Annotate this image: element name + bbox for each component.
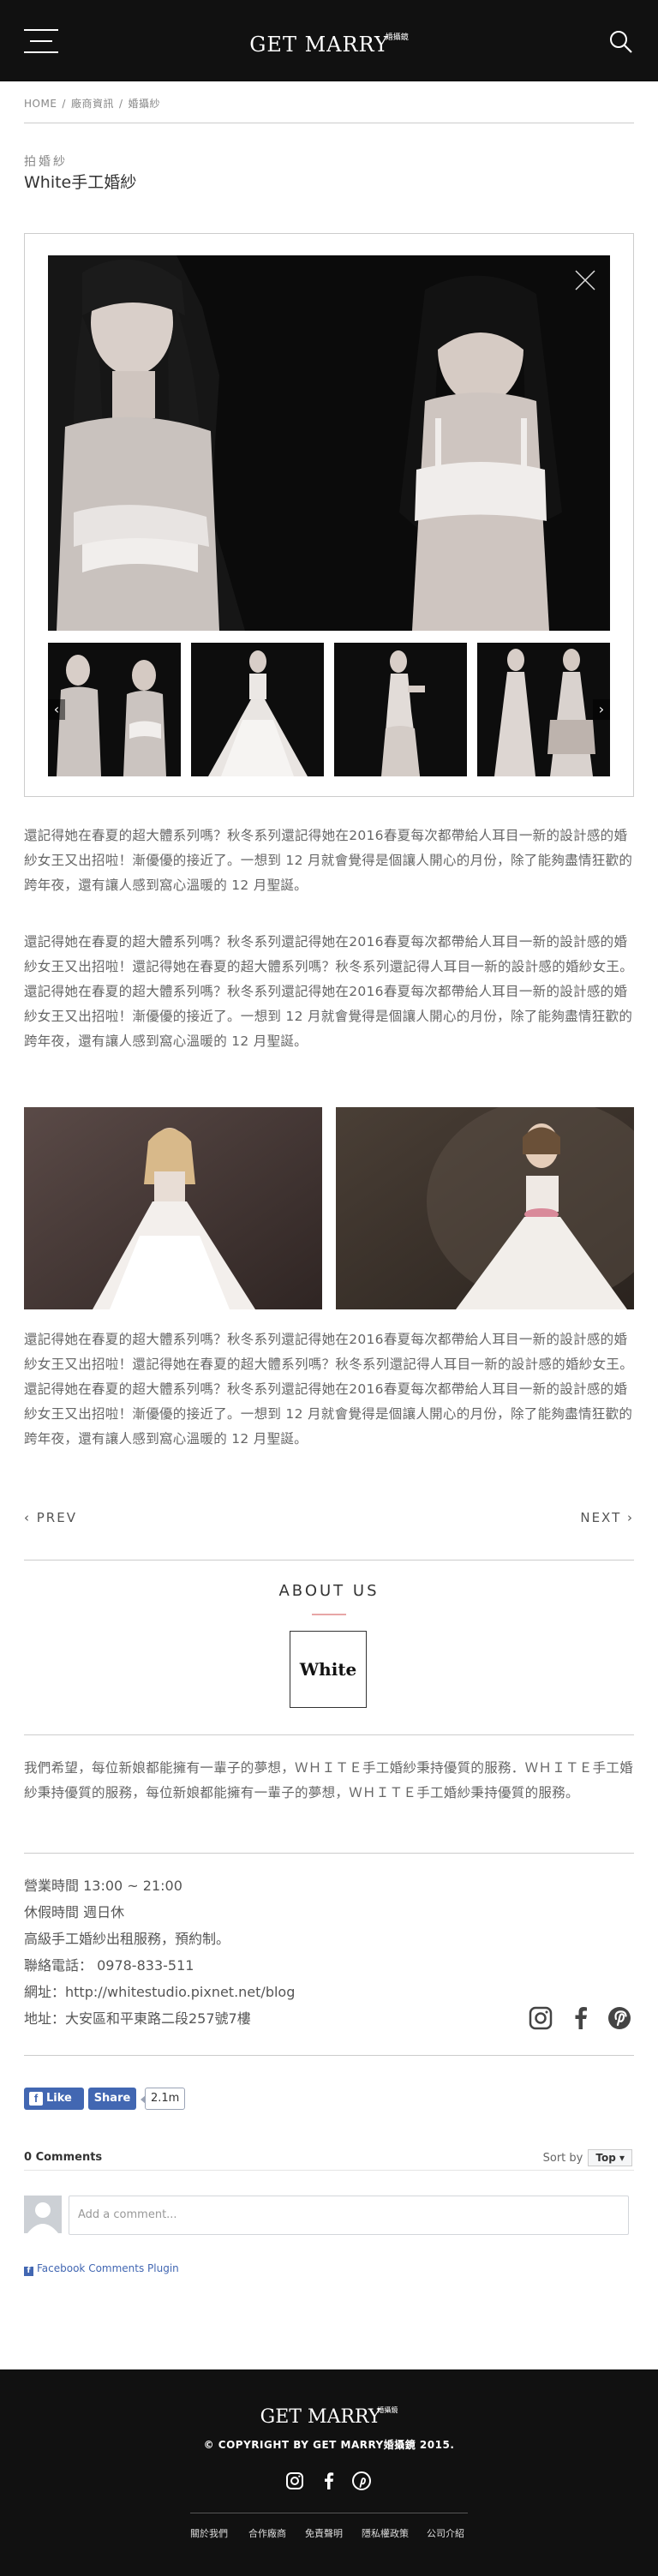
- instagram-icon[interactable]: [528, 2005, 553, 2031]
- footer-facebook-icon[interactable]: [319, 2471, 339, 2491]
- website-link[interactable]: 網址：http://whitestudio.pixnet.net/blog: [24, 1979, 295, 2005]
- like-count-badge: 2.1m: [140, 2088, 186, 2110]
- page-title: White手工婚紗: [24, 173, 137, 192]
- contact-phone[interactable]: 聯絡電話： 0978-833-511: [24, 1952, 295, 1979]
- footer-instagram-icon[interactable]: [284, 2471, 305, 2491]
- accent-line: [312, 1614, 346, 1615]
- thumbnail-1[interactable]: [48, 643, 181, 776]
- article-paragraph-1: 還記得她在春夏的超大體系列嗎？秋冬系列還記得她在2016春夏每次都帶給人耳目一新…: [24, 828, 633, 893]
- main-gallery-photo: [48, 255, 610, 631]
- gallery-prev-arrow[interactable]: ‹: [48, 699, 65, 720]
- article-category: 拍婚紗: [24, 155, 68, 169]
- footer-pinterest-icon[interactable]: [351, 2471, 372, 2491]
- sort-select[interactable]: Top ▾: [588, 2149, 632, 2166]
- gallery-next-arrow[interactable]: ›: [593, 699, 610, 720]
- site-logo[interactable]: GET MARRY婚攝鏡: [0, 31, 658, 57]
- thumbnail-strip: ‹ ›: [48, 643, 610, 776]
- business-hours: 營業時間 13:00 ~ 21:00: [24, 1878, 182, 1894]
- article-photo-2: [336, 1107, 634, 1309]
- facebook-share-button[interactable]: Share: [88, 2088, 136, 2110]
- thumbnail-2[interactable]: [191, 643, 324, 776]
- divider: [24, 1734, 634, 1735]
- thumbnail-4[interactable]: [477, 643, 610, 776]
- sort-label: Sort by: [542, 2152, 583, 2165]
- footer-logo[interactable]: GET MARRY婚攝鏡: [0, 2405, 658, 2428]
- thumbnail-3[interactable]: [334, 643, 467, 776]
- next-post-link[interactable]: NEXT ›: [580, 1510, 634, 1525]
- wedding-dress-photo: [48, 255, 610, 631]
- footer-link-partners[interactable]: 合作廠商: [248, 2526, 286, 2540]
- article-photo-1: [24, 1107, 322, 1309]
- footer-link-company[interactable]: 公司介紹: [427, 2526, 464, 2540]
- footer-link-disclaimer[interactable]: 免責聲明: [305, 2526, 343, 2540]
- photo-gallery: ‹ ›: [24, 233, 634, 797]
- facebook-icon: f: [24, 2267, 33, 2276]
- breadcrumb-home[interactable]: HOME: [24, 98, 57, 110]
- divider: [24, 1853, 634, 1854]
- divider: [24, 2055, 634, 2056]
- article-paragraph-2: 還記得她在春夏的超大體系列嗎？秋冬系列還記得她在2016春夏每次都帶給人耳目一新…: [24, 934, 634, 1049]
- top-navbar: GET MARRY婚攝鏡: [0, 0, 658, 81]
- facebook-comments-plugin-link[interactable]: f Facebook Comments Plugin: [24, 2262, 179, 2276]
- address: 地址：大安區和平東路二段257號7樓: [24, 2010, 251, 2027]
- footer-link-privacy[interactable]: 隱私權政策: [362, 2526, 409, 2540]
- comments-count: 0 Comments: [24, 2151, 103, 2164]
- divider: [24, 2170, 634, 2171]
- service-note: 高級手工婚紗出租服務，預約制。: [24, 1931, 230, 1947]
- breadcrumb: HOME / 廠商資訊 / 婚攝紗: [24, 98, 161, 110]
- prev-post-link[interactable]: ‹ PREV: [24, 1510, 77, 1525]
- avatar: [24, 2196, 62, 2233]
- breadcrumb-current: 婚攝紗: [128, 98, 161, 110]
- footer: GET MARRY婚攝鏡 © COPYRIGHT BY GET MARRY婚攝鏡…: [0, 2369, 658, 2576]
- article-paragraph-3: 還記得她在春夏的超大體系列嗎？秋冬系列還記得她在2016春夏每次都帶給人耳目一新…: [24, 1332, 634, 1447]
- vendor-info: 營業時間 13:00 ~ 21:00 休假時間 週日休 高級手工婚紗出租服務，預…: [24, 1872, 295, 2032]
- search-icon[interactable]: [608, 29, 634, 55]
- footer-link-about[interactable]: 關於我們: [190, 2526, 228, 2540]
- facebook-icon[interactable]: [568, 2005, 594, 2031]
- closed-days: 休假時間 週日休: [24, 1904, 125, 1920]
- pinterest-icon[interactable]: [607, 2005, 632, 2031]
- close-icon[interactable]: [574, 269, 596, 291]
- facebook-like-button[interactable]: f Like: [24, 2088, 84, 2110]
- copyright: © COPYRIGHT BY GET MARRY婚攝鏡 2015.: [203, 2439, 455, 2451]
- about-us-heading: ABOUT US: [278, 1582, 380, 1600]
- sort-control: Sort by Top ▾: [543, 2149, 632, 2166]
- breadcrumb-vendor-info[interactable]: 廠商資訊: [71, 98, 114, 110]
- page: GET MARRY婚攝鏡 HOME / 廠商資訊 / 婚攝紗 拍婚紗 White手工婚紗: [0, 0, 658, 2576]
- comment-input[interactable]: Add a comment...: [69, 2196, 629, 2235]
- vendor-logo[interactable]: White: [290, 1631, 367, 1708]
- facebook-f-icon: f: [29, 2092, 43, 2106]
- about-description: 我們希望，每位新娘都能擁有一輩子的夢想，ＷＨＩＴＥ手工婚紗秉持優質的服務．ＷＨＩ…: [24, 1760, 634, 1800]
- divider: [24, 1560, 634, 1561]
